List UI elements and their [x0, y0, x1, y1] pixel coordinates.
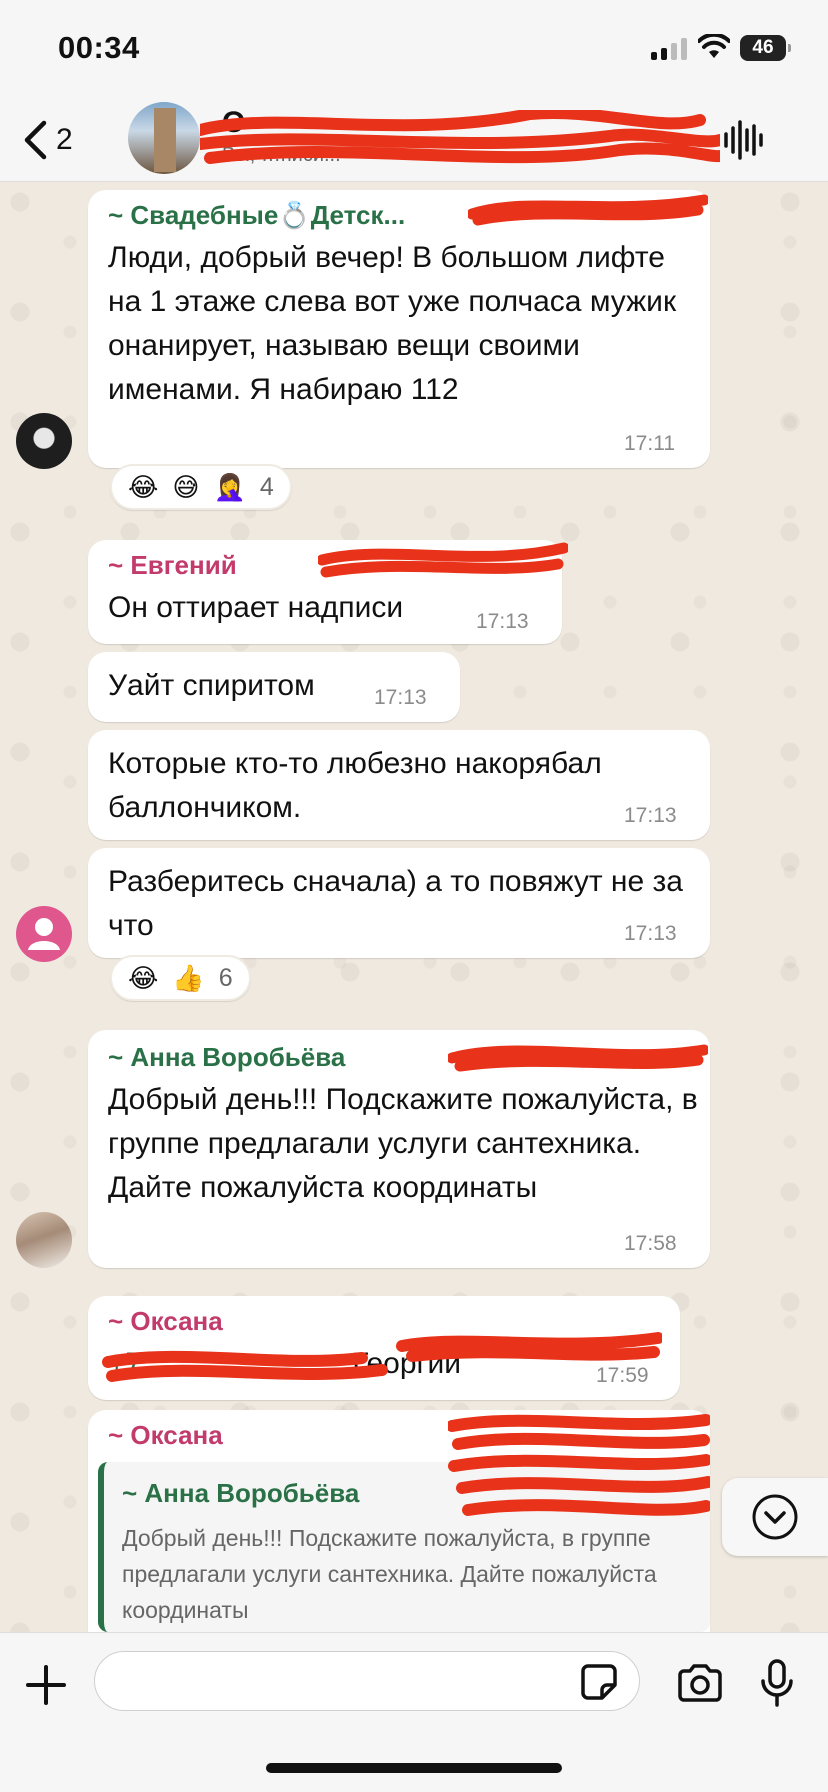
cellular-signal-icon	[651, 38, 687, 60]
mic-icon[interactable]	[760, 1659, 794, 1707]
wifi-icon	[698, 34, 730, 58]
waveform-icon[interactable]	[722, 118, 766, 162]
message-sender[interactable]: ~ Анна Воробьёва	[108, 1042, 345, 1073]
reaction-emoji: 😅	[172, 471, 200, 502]
message-time: 17:11	[624, 432, 675, 455]
message-time: 17:58	[624, 1232, 677, 1255]
reactions-bar[interactable]: 😂 👍 6	[110, 955, 251, 1001]
quoted-text: Добрый день!!! Подскажите пожалуйста, в …	[122, 1525, 657, 1623]
chat-header: 2 О Вы, …писи...	[0, 100, 828, 182]
message-text: Он оттирает надписи	[108, 591, 404, 624]
message-sender[interactable]: ~ Свадебные💍Детск...	[108, 200, 405, 231]
message-input[interactable]	[94, 1651, 640, 1711]
message-input-bar	[0, 1632, 828, 1792]
message-bubble[interactable]: Разберитесь сначала) а то повяжут не за …	[88, 848, 710, 958]
plus-icon[interactable]	[26, 1665, 66, 1705]
back-button[interactable]: 2	[22, 114, 73, 166]
message-sender[interactable]: ~ Оксана	[108, 1420, 223, 1451]
redaction-scribble	[318, 542, 568, 578]
redaction-scribble	[200, 110, 720, 164]
message-text: Которые кто-то любезно накорябал баллонч…	[108, 747, 602, 824]
redaction-scribble	[448, 1414, 710, 1516]
back-chevron-icon	[24, 120, 47, 160]
group-avatar[interactable]	[128, 102, 200, 174]
message-text: Уайт спиритом	[108, 669, 315, 702]
chevron-down-icon	[752, 1494, 798, 1540]
message-bubble[interactable]: ~ Свадебные💍Детск... Люди, добрый вечер!…	[88, 190, 710, 468]
reaction-emoji: 😂	[128, 471, 159, 502]
message-bubble[interactable]: Уайт спиритом 17:13	[88, 652, 460, 722]
message-time: 17:13	[624, 804, 677, 827]
message-bubble[interactable]: ~ Оксана +7 Георгий 17:59	[88, 1296, 680, 1400]
camera-icon[interactable]	[676, 1663, 724, 1703]
message-time: 17:59	[596, 1364, 649, 1387]
reaction-emoji: 👍	[172, 962, 205, 993]
sender-avatar[interactable]	[16, 906, 72, 962]
home-indicator	[266, 1763, 562, 1773]
status-time: 00:34	[58, 30, 140, 65]
message-text: Разберитесь сначала) а то повяжут не за …	[108, 865, 683, 942]
message-time: 17:13	[374, 686, 427, 709]
sender-avatar[interactable]	[16, 1212, 72, 1268]
message-text: Добрый день!!! Подскажите пожалуйста, в …	[108, 1083, 698, 1204]
redaction-scribble	[102, 1332, 662, 1382]
message-text: Люди, добрый вечер! В большом лифте на 1…	[108, 241, 677, 406]
sender-avatar[interactable]	[16, 413, 72, 469]
message-bubble[interactable]: ~ Анна Воробьёва Добрый день!!! Подскажи…	[88, 1030, 710, 1268]
message-bubble[interactable]: ~ Евгений Он оттирает надписи 17:13	[88, 540, 568, 644]
sticker-icon[interactable]	[580, 1663, 618, 1701]
redaction-scribble	[468, 194, 708, 226]
status-bar: 00:34 46	[0, 0, 828, 100]
message-time: 17:13	[624, 922, 677, 945]
message-time: 17:13	[476, 610, 529, 633]
message-bubble[interactable]: ~ Оксана ~ Анна Воробьёва Добрый день!!!…	[88, 1410, 710, 1632]
reaction-emoji: 😂	[128, 962, 159, 993]
reaction-count: 4	[259, 472, 274, 501]
reaction-emoji: 🤦‍♀️	[213, 471, 246, 502]
unread-count: 2	[56, 123, 73, 156]
scroll-to-bottom-button[interactable]	[722, 1478, 828, 1556]
battery-indicator: 46	[740, 35, 791, 61]
message-sender[interactable]: ~ Евгений	[108, 550, 237, 581]
message-bubble[interactable]: Которые кто-то любезно накорябал баллонч…	[88, 730, 710, 840]
quoted-sender: ~ Анна Воробьёва	[122, 1478, 360, 1508]
user-icon	[28, 918, 60, 950]
reaction-count: 6	[218, 963, 233, 992]
redaction-scribble	[448, 1044, 708, 1072]
reactions-bar[interactable]: 😂 😅 🤦‍♀️ 4	[110, 464, 292, 510]
